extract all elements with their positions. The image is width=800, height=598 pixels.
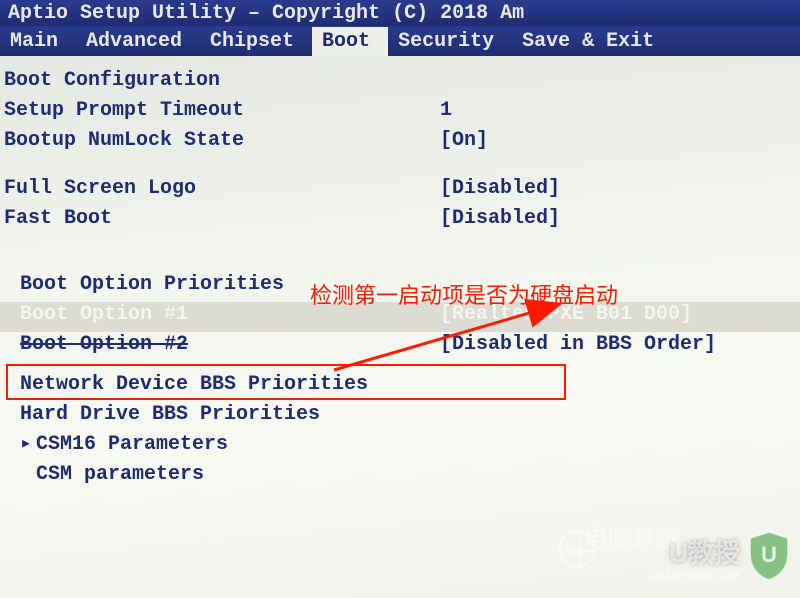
setup-prompt-timeout-row[interactable]: Setup Prompt Timeout 1 (0, 98, 800, 128)
watermark-shield-icon: U (746, 530, 792, 582)
submenu-arrow-icon: ▸ (20, 432, 36, 457)
boot-configuration-header: Boot Configuration (0, 68, 800, 98)
full-screen-logo-value: [Disabled] (440, 176, 800, 201)
bootup-numlock-row[interactable]: Bootup NumLock State [On] (0, 128, 800, 158)
boot-option-2-row[interactable]: Boot Option #2 [Disabled in BBS Order] (0, 332, 800, 362)
watermark-brand-1: U教授 (669, 533, 740, 570)
csm-label: CSM parameters (0, 462, 440, 487)
setup-prompt-timeout-value: 1 (440, 98, 800, 123)
bios-setup-screen: Aptio Setup Utility – Copyright (C) 2018… (0, 0, 800, 598)
csm-parameters-row[interactable]: CSM parameters (0, 462, 800, 492)
csm16-container: ▸CSM16 Parameters (0, 432, 440, 457)
csm16-label: CSM16 Parameters (36, 433, 228, 456)
setup-prompt-timeout-label: Setup Prompt Timeout (0, 98, 440, 123)
full-screen-logo-label: Full Screen Logo (0, 176, 440, 201)
bootup-numlock-value: [On] (440, 128, 800, 153)
fast-boot-row[interactable]: Fast Boot [Disabled] (0, 206, 800, 236)
harddrive-bbs-label: Hard Drive BBS Priorities (0, 402, 440, 427)
watermark-brand-1-sub: UJIAOSHOU.COM (648, 571, 740, 582)
full-screen-logo-row[interactable]: Full Screen Logo [Disabled] (0, 176, 800, 206)
menu-boot[interactable]: Boot (312, 27, 388, 56)
bios-title-bar: Aptio Setup Utility – Copyright (C) 2018… (0, 0, 800, 26)
bios-menu-bar: Main Advanced Chipset Boot Security Save… (0, 26, 800, 56)
menu-advanced[interactable]: Advanced (76, 27, 200, 56)
fast-boot-label: Fast Boot (0, 206, 440, 231)
boot-option-2-value: [Disabled in BBS Order] (440, 332, 800, 357)
bios-content-panel: Boot Configuration Setup Prompt Timeout … (0, 56, 800, 492)
menu-security[interactable]: Security (388, 27, 512, 56)
fast-boot-value: [Disabled] (440, 206, 800, 231)
csm16-parameters-row[interactable]: ▸CSM16 Parameters (0, 432, 800, 462)
network-bbs-label: Network Device BBS Priorities (0, 372, 440, 397)
menu-main[interactable]: Main (0, 27, 76, 56)
boot-option-2-label: Boot Option #2 (0, 332, 440, 357)
section-header-label: Boot Configuration (0, 68, 440, 93)
menu-chipset[interactable]: Chipset (200, 27, 312, 56)
menu-save-exit[interactable]: Save & Exit (512, 27, 672, 56)
watermark-brand-2: 电脑系统 (584, 519, 680, 554)
harddrive-bbs-row[interactable]: Hard Drive BBS Priorities (0, 402, 800, 432)
network-bbs-row[interactable]: Network Device BBS Priorities (0, 372, 800, 402)
annotation-text: 检测第一启动项是否为硬盘启动 (310, 278, 618, 310)
bootup-numlock-label: Bootup NumLock State (0, 128, 440, 153)
bios-title-text: Aptio Setup Utility – Copyright (C) 2018… (8, 2, 524, 25)
svg-text:U: U (761, 542, 777, 567)
